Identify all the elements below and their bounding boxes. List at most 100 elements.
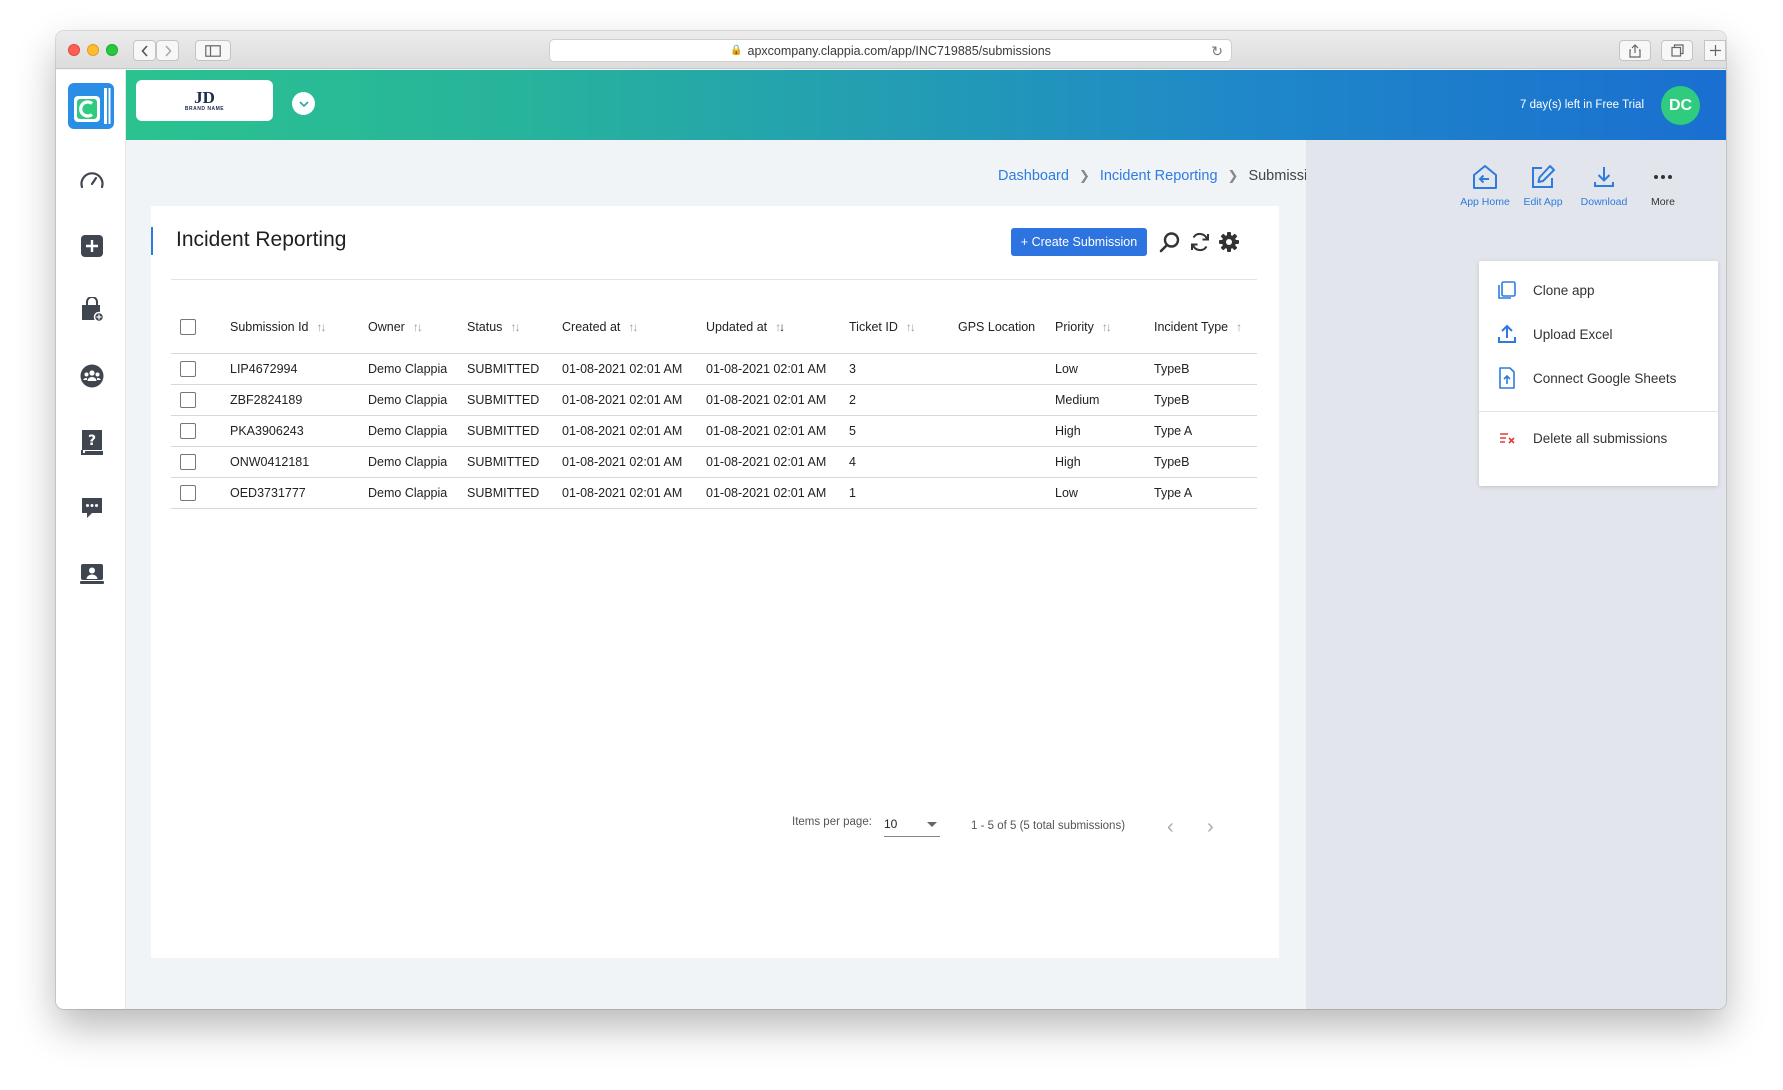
more-button[interactable]: More (1633, 162, 1693, 208)
menu-item-upload-excel[interactable]: Upload Excel (1479, 315, 1718, 353)
address-bar[interactable]: 🔒 apxcompany.clappia.com/app/INC719885/s… (549, 39, 1232, 62)
sidebar-toggle-button[interactable] (195, 40, 231, 61)
help-book-icon[interactable]: ? (78, 428, 106, 456)
chevron-down-icon (298, 100, 309, 107)
delete-list-icon (1495, 426, 1519, 450)
column-header-ticket-id[interactable]: Ticket ID ↑↓ (849, 301, 958, 354)
cell-ticket-id: 2 (849, 384, 958, 416)
sort-icon[interactable]: ↑ (1236, 320, 1242, 334)
cell-incident-type: TypeB (1154, 353, 1257, 385)
brand-logo[interactable]: JD BRAND NAME (136, 80, 273, 121)
breadcrumb-incident-reporting[interactable]: Incident Reporting (1100, 168, 1218, 184)
table-row[interactable]: PKA3906243 Demo Clappia SUBMITTED 01-08-… (171, 415, 1257, 447)
create-submission-button[interactable]: + Create Submission (1011, 228, 1147, 256)
row-checkbox[interactable] (180, 391, 196, 408)
sort-icon[interactable]: ↑↓ (317, 320, 327, 334)
next-page-button[interactable]: › (1207, 816, 1214, 839)
maximize-window-button[interactable] (106, 44, 118, 56)
table-row[interactable]: ZBF2824189 Demo Clappia SUBMITTED 01-08-… (171, 384, 1257, 416)
previous-page-button[interactable]: ‹ (1167, 816, 1174, 839)
column-header-incident-type[interactable]: Incident Type ↑ (1154, 301, 1257, 354)
row-checkbox[interactable] (180, 422, 196, 439)
close-window-button[interactable] (68, 44, 80, 56)
sort-icon[interactable]: ↑↓ (906, 320, 916, 334)
cell-updated-at: 01-08-2021 02:01 AM (706, 446, 849, 478)
cell-status: SUBMITTED (467, 477, 562, 509)
column-header-gps-location[interactable]: GPS Location (958, 301, 1055, 354)
avatar[interactable]: DC (1661, 86, 1700, 125)
table-row[interactable]: OED3731777 Demo Clappia SUBMITTED 01-08-… (171, 477, 1257, 509)
sort-icon[interactable]: ↑↓ (510, 320, 520, 334)
sort-icon[interactable]: ↑↓ (628, 320, 638, 334)
cell-gps-location (958, 353, 1055, 385)
breadcrumb-dashboard[interactable]: Dashboard (998, 168, 1069, 184)
cell-status: SUBMITTED (467, 384, 562, 416)
column-header-owner[interactable]: Owner ↑↓ (368, 301, 467, 354)
menu-item-connect-google-sheets[interactable]: Connect Google Sheets (1479, 359, 1718, 397)
back-button[interactable] (133, 40, 156, 61)
items-per-page-select[interactable]: 10 (884, 817, 940, 837)
cell-submission-id[interactable]: OED3731777 (230, 477, 368, 509)
chevron-right-icon: ❯ (1078, 168, 1090, 183)
new-tab-button[interactable] (1704, 40, 1726, 61)
cell-priority: Medium (1055, 384, 1154, 416)
left-sidebar: ? (56, 70, 126, 1009)
shopping-bag-icon[interactable] (78, 296, 106, 324)
cell-submission-id[interactable]: PKA3906243 (230, 415, 368, 447)
cell-ticket-id: 3 (849, 353, 958, 385)
row-checkbox[interactable] (180, 484, 196, 501)
chat-icon[interactable] (78, 494, 106, 522)
row-checkbox[interactable] (180, 453, 196, 470)
minimize-window-button[interactable] (87, 44, 99, 56)
app-home-button[interactable]: App Home (1455, 162, 1515, 208)
share-icon (1629, 43, 1641, 58)
column-header-submission-id[interactable]: Submission Id ↑↓ (230, 301, 368, 354)
sort-icon[interactable]: ↑↓ (413, 320, 423, 334)
lock-icon: 🔒 (730, 45, 743, 56)
add-app-icon[interactable] (78, 232, 106, 260)
row-checkbox[interactable] (180, 360, 196, 377)
tabs-button[interactable] (1661, 40, 1693, 61)
app-home-icon (1470, 162, 1500, 192)
column-header-status[interactable]: Status ↑↓ (467, 301, 562, 354)
plus-icon (1709, 45, 1721, 56)
url-text: apxcompany.clappia.com/app/INC719885/sub… (747, 43, 1051, 58)
copy-icon (1495, 278, 1519, 302)
menu-item-clone-app[interactable]: Clone app (1479, 271, 1718, 309)
cell-gps-location (958, 446, 1055, 478)
trial-status[interactable]: 7 day(s) left in Free Trial (1520, 99, 1644, 111)
cell-submission-id[interactable]: ZBF2824189 (230, 384, 368, 416)
reload-icon[interactable]: ↻ (1211, 43, 1223, 60)
refresh-icon[interactable] (1188, 230, 1212, 254)
edit-app-button[interactable]: Edit App (1513, 162, 1573, 208)
cell-submission-id[interactable]: LIP4672994 (230, 353, 368, 385)
sort-desc-icon[interactable]: ↑↓ (775, 320, 785, 334)
svg-text:?: ? (88, 433, 96, 449)
pagination-range: 1 - 5 of 5 (5 total submissions) (971, 820, 1126, 832)
column-header-updated-at[interactable]: Updated at ↑↓ (706, 301, 849, 354)
select-all-checkbox[interactable] (180, 318, 196, 335)
cell-owner: Demo Clappia (368, 384, 467, 416)
browser-window: 🔒 apxcompany.clappia.com/app/INC719885/s… (56, 31, 1726, 1009)
column-header-created-at[interactable]: Created at ↑↓ (562, 301, 706, 354)
menu-item-delete-all-submissions[interactable]: Delete all submissions (1479, 419, 1718, 457)
forward-button[interactable] (156, 40, 179, 61)
table-row[interactable]: ONW0412181 Demo Clappia SUBMITTED 01-08-… (171, 446, 1257, 478)
speedometer-icon[interactable] (78, 166, 106, 194)
cell-incident-type: Type A (1154, 415, 1257, 447)
support-icon[interactable] (78, 560, 106, 588)
download-button[interactable]: Download (1574, 162, 1634, 208)
more-dots-icon (1648, 162, 1678, 192)
cell-owner: Demo Clappia (368, 415, 467, 447)
cell-submission-id[interactable]: ONW0412181 (230, 446, 368, 478)
settings-icon[interactable] (1217, 230, 1241, 254)
team-icon[interactable] (78, 362, 106, 390)
search-icon[interactable] (1158, 230, 1182, 254)
clappia-logo-icon[interactable] (68, 83, 114, 129)
workspace-dropdown-button[interactable] (292, 92, 315, 115)
share-button[interactable] (1619, 40, 1651, 61)
sort-icon[interactable]: ↑↓ (1102, 320, 1112, 334)
table-row[interactable]: LIP4672994 Demo Clappia SUBMITTED 01-08-… (171, 353, 1257, 385)
column-header-priority[interactable]: Priority ↑↓ (1055, 301, 1154, 354)
cell-priority: High (1055, 415, 1154, 447)
